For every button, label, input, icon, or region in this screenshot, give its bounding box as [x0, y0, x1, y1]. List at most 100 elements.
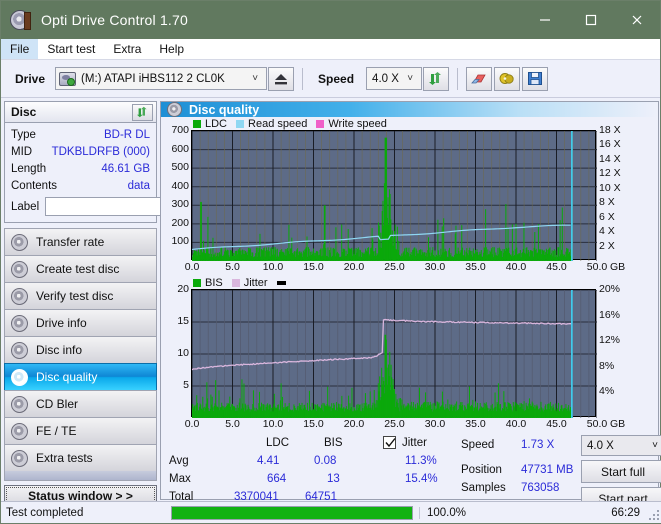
disc-type-value: BD-R DL: [103, 128, 150, 141]
disc-tools-button[interactable]: [494, 66, 521, 91]
sidebar-item-cd-bler[interactable]: CD Bler: [4, 390, 157, 417]
ldc-y-axis: 100 200 300 400 500 600 700: [161, 124, 191, 260]
ldc-plot-area: [191, 130, 597, 261]
stats-grid: LDC BIS Jitter Avg 4.41 0.08 11.3% Max 6…: [161, 436, 461, 507]
legend-swatch-jitter: [231, 278, 240, 287]
disc-icon: [11, 260, 28, 278]
axis-tick-label: 2 X: [599, 239, 615, 252]
disc-quality-icon: [167, 102, 182, 117]
sidebar-item-fe-te[interactable]: FE / TE: [4, 417, 157, 444]
position-readout-label: Position: [461, 464, 502, 476]
speed-select[interactable]: 4.0 X ˅: [366, 67, 423, 90]
chevron-down-icon: ˅: [652, 440, 658, 451]
sidebar-item-label: Disc info: [36, 343, 83, 357]
disc-length-label: Length: [11, 162, 47, 175]
jitter-checkbox[interactable]: [383, 436, 396, 449]
legend-item-ldc: LDC: [193, 118, 227, 130]
refresh-button[interactable]: [423, 66, 450, 91]
ldc-chart-legend: LDC Read speed Write speed: [161, 117, 658, 130]
stats-avg-ldc: 4.41: [257, 455, 280, 467]
sidebar-item-transfer-rate[interactable]: Transfer rate: [4, 228, 157, 255]
ldc-chart: LDC Read speed Write speed 100 200 300 400 5…: [161, 117, 658, 274]
disc-refresh-button[interactable]: [132, 103, 153, 121]
sidebar-item-disc-quality[interactable]: Disc quality: [4, 363, 157, 390]
disc-quality-header: Disc quality: [161, 102, 658, 117]
ldc-x-axis: 0.0 5.0 10.0 15.0 20.0 25.0 30.0 35.0 40.0 45.0 50…: [161, 260, 658, 274]
legend-label-write-speed: Write speed: [328, 117, 387, 130]
axis-tick-label: 35.0: [465, 418, 486, 430]
stats-avg-jitter: 11.3%: [405, 455, 437, 467]
sidebar-item-extra-tests[interactable]: Extra tests: [4, 444, 157, 471]
menu-help[interactable]: Help: [150, 39, 193, 59]
close-icon[interactable]: [614, 1, 660, 39]
menu-help-label: Help: [159, 42, 185, 56]
stats-max-ldc: 664: [267, 473, 287, 485]
menu-file-label: File: [10, 42, 30, 56]
resize-grip[interactable]: [649, 510, 659, 520]
disc-panel: Disc Type BD-R DL MID TDKBLDRFB (000) Le…: [4, 101, 250, 223]
status-bar: Test completed 100.0% 66:29: [1, 501, 661, 523]
bis-x-axis: 0.0 5.0 10.0 15.0 20.0 25.0 30.0 35.0 40.0 45.0 50…: [161, 417, 658, 431]
eject-button[interactable]: [268, 66, 295, 91]
stats-row-label-avg: Avg: [169, 455, 189, 467]
sidebar-item-label: Drive info: [36, 316, 87, 330]
speed-select-bottom[interactable]: 4.0 X ˅: [581, 435, 661, 456]
legend-swatch-marker: [276, 280, 286, 285]
drive-icon: [59, 71, 77, 86]
sidebar-item-disc-info[interactable]: Disc info: [4, 336, 157, 363]
stats-max-jitter: 15.4%: [405, 473, 438, 485]
sidebar-item-label: Disc quality: [36, 370, 98, 384]
ldc-y2-axis: 2 X4 X 6 X8 X 10 X 12 X 14 X 16 X 18 X: [596, 124, 628, 260]
axis-tick-label: 40.0: [505, 418, 527, 430]
axis-tick-label: 50.0: [586, 261, 608, 273]
axis-tick-label: 45.0: [546, 261, 567, 273]
legend-label-ldc: LDC: [205, 117, 228, 130]
disc-icon: [11, 368, 28, 386]
drive-select-value: (M:) ATAPI iHBS112 2 CL0K: [81, 72, 225, 85]
menu-file[interactable]: File: [1, 39, 39, 59]
menu-extra[interactable]: Extra: [104, 39, 150, 59]
start-full-label: Start full: [600, 464, 645, 479]
axis-tick-label: 50.0: [586, 418, 608, 430]
disc-panel-header: Disc: [5, 102, 156, 123]
disc-label-label: Label: [11, 200, 40, 213]
axis-tick-label: 5: [183, 379, 189, 391]
axis-tick-label: 10.0: [262, 418, 284, 430]
drive-select[interactable]: (M:) ATAPI iHBS112 2 CL0K ˅: [55, 67, 268, 90]
stats-col-header-ldc: LDC: [266, 437, 290, 449]
disc-row-contents: Contents data: [11, 177, 150, 194]
disc-icon: [11, 314, 28, 332]
stats-avg-bis: 0.08: [314, 455, 337, 467]
disc-contents-value: data: [127, 179, 150, 192]
minimize-icon[interactable]: [522, 1, 568, 39]
start-full-button[interactable]: Start full: [581, 460, 661, 483]
save-button[interactable]: [522, 66, 549, 91]
maximize-icon[interactable]: [568, 1, 614, 39]
sidebar-item-create-test-disc[interactable]: Create test disc: [4, 255, 157, 282]
sidebar-item-verify-test-disc[interactable]: Verify test disc: [4, 282, 157, 309]
legend-label-jitter: Jitter: [243, 276, 268, 289]
bis-y2-axis: 4% 8% 12% 16% 20%: [596, 283, 628, 417]
progress-bar-fill: [172, 506, 412, 519]
legend-marker-black: [276, 280, 290, 285]
status-message: Test completed: [6, 506, 84, 519]
main-body: Disc Type BD-R DL MID TDKBLDRFB (000) Le…: [1, 99, 661, 510]
axis-tick-label: 500: [171, 161, 189, 174]
disc-mid-label: MID: [11, 145, 33, 158]
sidebar-item-label: FE / TE: [36, 424, 77, 438]
page-title: Disc quality: [189, 102, 260, 117]
sidebar-item-label: Transfer rate: [36, 235, 105, 249]
axis-tick-label: 25.0: [384, 418, 405, 430]
menu-start-test[interactable]: Start test: [38, 39, 104, 59]
app-window: Opti Drive Control 1.70 File Start test …: [0, 0, 661, 524]
sidebar-nav: Transfer rate Create test disc Verify te…: [4, 228, 157, 481]
legend-item-bis: BIS: [193, 277, 223, 289]
sidebar-item-label: Create test disc: [36, 262, 120, 276]
axis-tick-label: 8%: [599, 359, 615, 372]
ldc-plot-row: 100 200 300 400 500 600 700 2 X4 X 6 X8 X 10 X 12…: [161, 124, 658, 261]
axis-tick-label: 300: [171, 198, 189, 211]
erase-button[interactable]: [466, 66, 493, 91]
speed-label: Speed: [318, 71, 355, 86]
sidebar-item-drive-info[interactable]: Drive info: [4, 309, 157, 336]
window-controls: [522, 1, 660, 39]
